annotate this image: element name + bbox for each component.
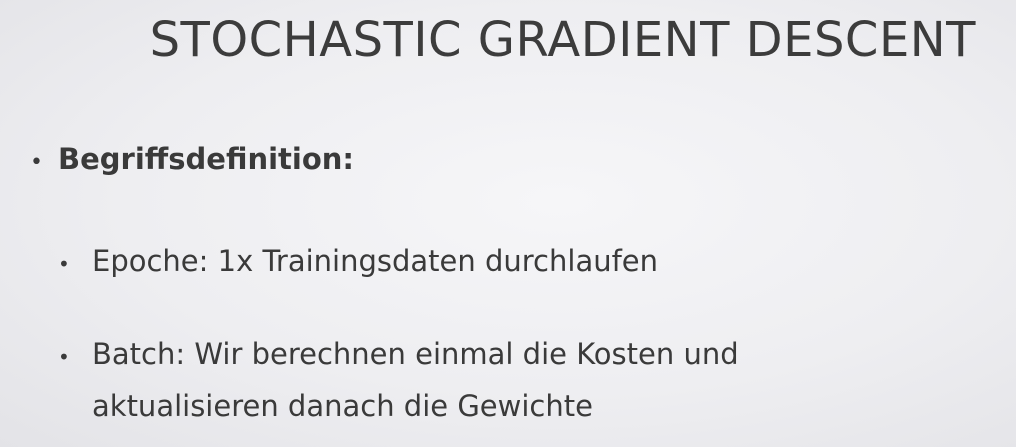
bullet-dot-icon: • bbox=[58, 345, 70, 369]
slide-title: STOCHASTIC GRADIENT DESCENT bbox=[149, 12, 976, 68]
bullet-begriffsdefinition: • Begriffsdefinition: bbox=[30, 142, 354, 176]
presentation-slide: STOCHASTIC GRADIENT DESCENT • Begriffsde… bbox=[0, 0, 1016, 447]
bullet-dot-icon: • bbox=[30, 150, 43, 175]
bullet-epoche: • Epoche: 1x Trainingsdaten durchlaufen bbox=[58, 236, 658, 288]
bullet-batch: • Batch: Wir berechnen einmal die Kosten… bbox=[58, 329, 739, 432]
bullet-dot-icon: • bbox=[58, 252, 70, 276]
bullet-batch-text: Batch: Wir berechnen einmal die Kosten u… bbox=[92, 329, 739, 432]
bullet-batch-line-2: aktualisieren danach die Gewichte bbox=[92, 388, 593, 423]
bullet-batch-line-1: Batch: Wir berechnen einmal die Kosten u… bbox=[92, 337, 739, 371]
bullet-heading-text: Begriffsdefinition: bbox=[58, 142, 355, 176]
bullet-epoche-text: Epoche: 1x Trainingsdaten durchlaufen bbox=[92, 244, 659, 278]
